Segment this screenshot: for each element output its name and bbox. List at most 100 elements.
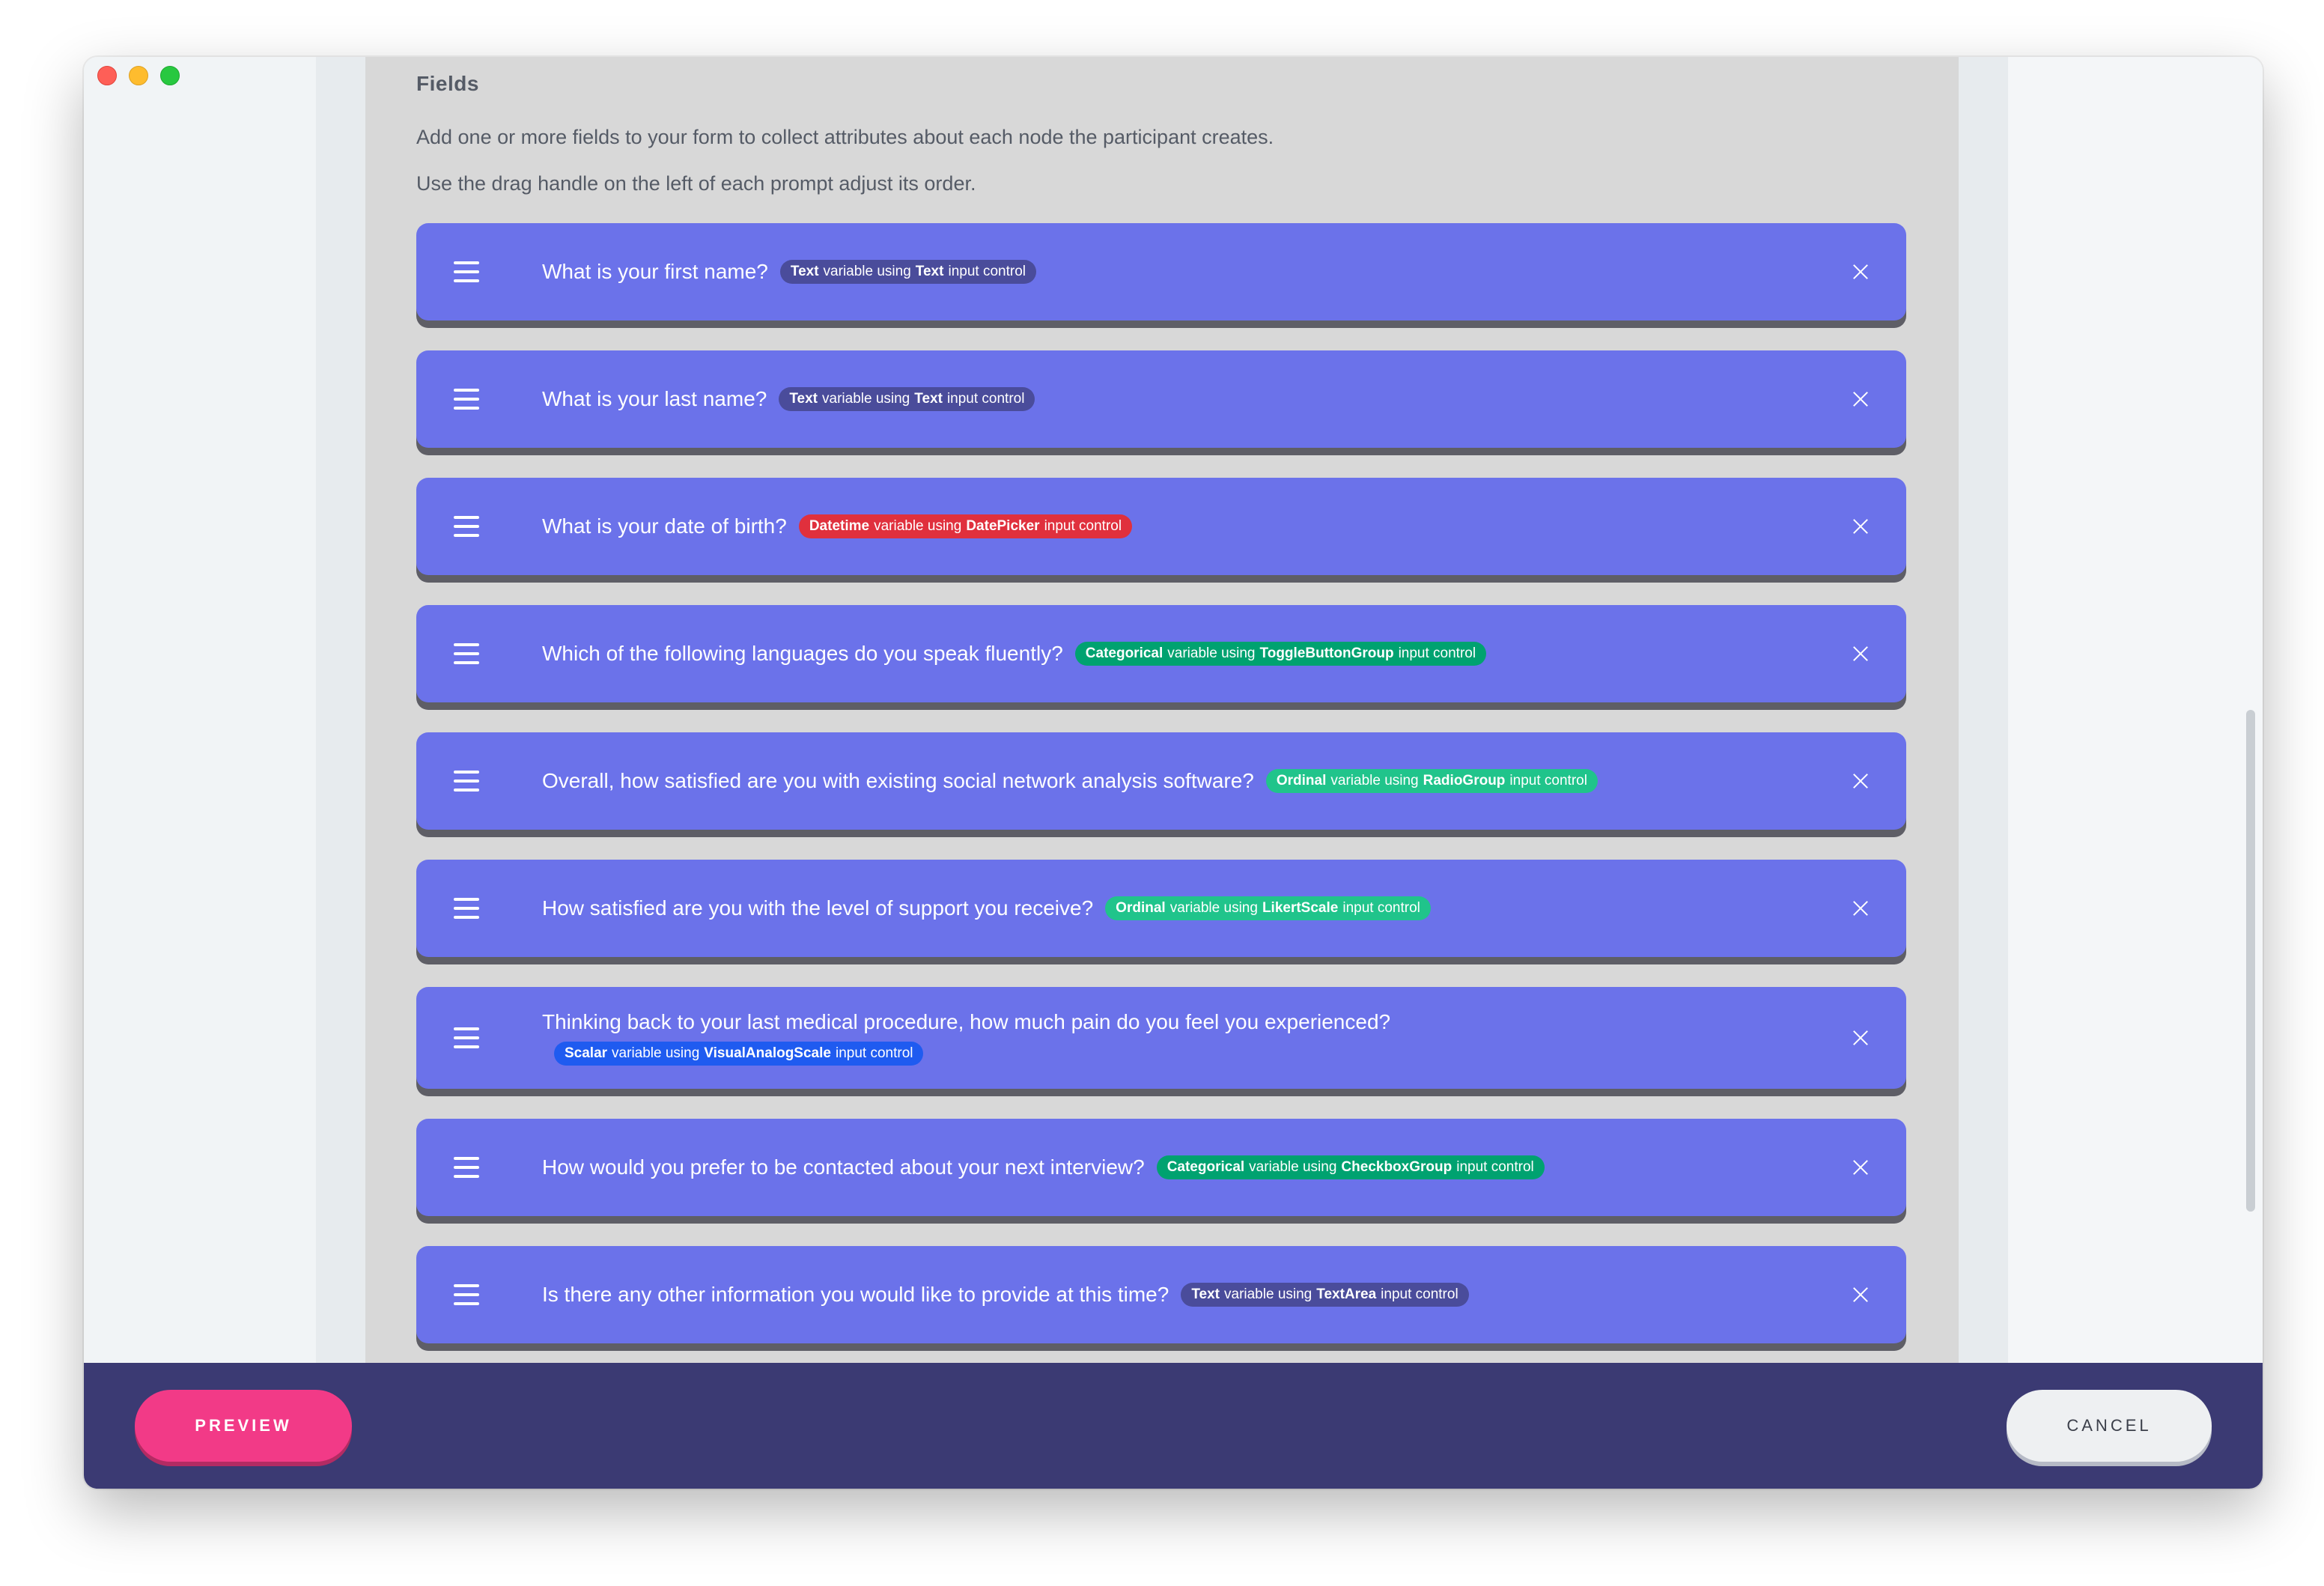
field-card[interactable]: Overall, how satisfied are you with exis… (416, 732, 1906, 830)
field-prompt: What is your last name? (542, 387, 767, 410)
field-content: Is there any other information you would… (542, 1283, 1816, 1307)
field-card[interactable]: How would you prefer to be contacted abo… (416, 1119, 1906, 1216)
drag-handle-icon[interactable] (454, 1284, 479, 1305)
preview-button[interactable]: PREVIEW (135, 1390, 352, 1462)
variable-badge: Ordinal variable using RadioGroup input con… (1265, 769, 1598, 793)
field-content: What is your date of birth? Datetime varia… (542, 514, 1816, 538)
field-prompt: Is there any other information you would… (542, 1283, 1169, 1306)
right-gutter (1959, 57, 2008, 1363)
field-card[interactable]: How satisfied are you with the level of … (416, 860, 1906, 957)
variable-badge: Scalar variable using VisualAnalogScale inp… (554, 1042, 924, 1066)
drag-handle-bar (454, 261, 479, 264)
close-icon[interactable] (1852, 264, 1869, 280)
zoom-window-button[interactable] (160, 66, 180, 85)
close-icon[interactable] (1852, 645, 1869, 662)
badge-connector: variable using (1167, 645, 1256, 661)
badge-variable-type: Ordinal (1276, 773, 1327, 789)
drag-handle-icon[interactable] (454, 898, 479, 919)
field-card[interactable]: Thinking back to your last medical proce… (416, 987, 1906, 1089)
variable-badge: Text variable using TextArea input control (1181, 1283, 1469, 1307)
close-window-button[interactable] (97, 66, 117, 85)
badge-variable-type: Text (1191, 1286, 1220, 1302)
badge-control-type: RadioGroup (1423, 773, 1506, 789)
drag-handle-icon[interactable] (454, 1027, 479, 1048)
cancel-button[interactable]: CANCEL (2007, 1390, 2212, 1462)
badge-control-type: Text (914, 391, 943, 407)
badge-control-type: VisualAnalogScale (704, 1045, 831, 1061)
close-icon[interactable] (1852, 391, 1869, 407)
field-prompt: Overall, how satisfied are you with exis… (542, 769, 1254, 792)
field-line: Overall, how satisfied are you with exis… (542, 769, 1816, 793)
field-prompt: What is your first name? (542, 260, 768, 283)
field-line: What is your first name? Text variable usi… (542, 260, 1816, 284)
drag-handle-bar (454, 780, 479, 783)
badge-control-type: DatePicker (966, 518, 1040, 534)
badge-suffix: input control (1044, 518, 1122, 534)
drag-handle-bar (454, 534, 479, 537)
field-line: Scalar variable using VisualAnalogScale inp… (554, 1042, 1816, 1066)
section-title: Fields (416, 72, 479, 95)
badge-control-type: ToggleButtonGroup (1259, 645, 1394, 661)
field-card[interactable]: What is your last name? Text variable usin… (416, 350, 1906, 448)
badge-connector: variable using (612, 1045, 700, 1061)
field-content: What is your first name? Text variable usi… (542, 260, 1816, 284)
close-icon[interactable] (1852, 900, 1869, 917)
close-icon[interactable] (1852, 518, 1869, 535)
field-content: Thinking back to your last medical proce… (542, 1010, 1816, 1066)
drag-handle-icon[interactable] (454, 771, 479, 792)
drag-handle-icon[interactable] (454, 1157, 479, 1178)
drag-handle-bar (454, 652, 479, 655)
left-gutter (316, 57, 365, 1363)
drag-handle-bar (454, 1027, 479, 1030)
drag-handle-bar (454, 516, 479, 519)
field-line: How would you prefer to be contacted abo… (542, 1155, 1816, 1179)
close-icon[interactable] (1852, 1286, 1869, 1303)
drag-handle-icon[interactable] (454, 643, 479, 664)
drag-handle-bar (454, 661, 479, 664)
field-card[interactable]: Which of the following languages do you … (416, 605, 1906, 702)
variable-badge: Ordinal variable using LikertScale input co… (1105, 896, 1431, 920)
scrollbar[interactable] (2246, 710, 2255, 1212)
drag-handle-bar (454, 1045, 479, 1048)
field-card[interactable]: What is your date of birth? Datetime varia… (416, 478, 1906, 575)
badge-connector: variable using (1169, 900, 1258, 916)
drag-handle-bar (454, 1284, 479, 1287)
section-hint: Use the drag handle on the left of each … (416, 172, 976, 195)
field-line: What is your date of birth? Datetime varia… (542, 514, 1816, 538)
drag-handle-icon[interactable] (454, 261, 479, 282)
drag-handle-icon[interactable] (454, 389, 479, 410)
variable-badge: Text variable using Text input control (779, 387, 1035, 411)
field-prompt: Which of the following languages do you … (542, 642, 1063, 665)
badge-connector: variable using (1249, 1159, 1337, 1175)
field-line: How satisfied are you with the level of … (542, 896, 1816, 920)
badge-variable-type: Text (790, 264, 819, 279)
drag-handle-bar (454, 1166, 479, 1169)
field-card[interactable]: What is your first name? Text variable usi… (416, 223, 1906, 320)
drag-handle-bar (454, 270, 479, 273)
drag-handle-bar (454, 907, 479, 910)
field-content: Which of the following languages do you … (542, 642, 1816, 666)
section-description: Add one or more fields to your form to c… (416, 126, 1274, 148)
badge-suffix: input control (1381, 1286, 1458, 1302)
badge-variable-type: Scalar (565, 1045, 608, 1061)
left-panel (84, 57, 316, 1363)
field-card[interactable]: Is there any other information you would… (416, 1246, 1906, 1343)
badge-suffix: input control (948, 264, 1026, 279)
badge-suffix: input control (1342, 900, 1420, 916)
drag-handle-bar (454, 789, 479, 792)
drag-handle-icon[interactable] (454, 516, 479, 537)
field-list: What is your first name? Text variable usi… (416, 223, 1908, 1363)
field-prompt: What is your date of birth? (542, 514, 787, 538)
close-icon[interactable] (1852, 773, 1869, 789)
close-icon[interactable] (1852, 1030, 1869, 1046)
close-icon[interactable] (1852, 1159, 1869, 1176)
minimize-window-button[interactable] (129, 66, 148, 85)
badge-suffix: input control (1509, 773, 1587, 789)
variable-badge: Datetime variable using DatePicker input co… (798, 514, 1133, 538)
field-content: What is your last name? Text variable usin… (542, 387, 1816, 411)
badge-control-type: LikertScale (1262, 900, 1339, 916)
badge-connector: variable using (823, 264, 911, 279)
field-line: Is there any other information you would… (542, 1283, 1816, 1307)
form-editor: Fields Add one or more fields to your fo… (365, 57, 1959, 1363)
badge-variable-type: Categorical (1085, 645, 1163, 661)
